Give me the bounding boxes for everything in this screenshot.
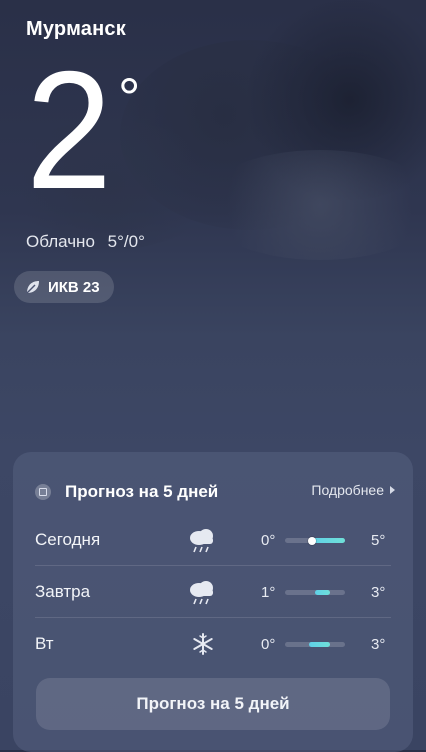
low-temp: 0° bbox=[261, 635, 276, 653]
more-link[interactable]: Подробнее bbox=[311, 482, 395, 498]
calendar-icon bbox=[35, 484, 51, 500]
day-label: Сегодня bbox=[35, 530, 101, 549]
condition-line: Облачно 5°/0° bbox=[26, 232, 153, 252]
rain-cloud-icon bbox=[183, 577, 223, 607]
high-temp: 5° bbox=[371, 531, 386, 549]
forecast-row-tuesday[interactable]: Вт 0° 3° bbox=[35, 618, 395, 670]
temp-range-fill bbox=[309, 642, 330, 647]
high-temp: 3° bbox=[371, 635, 386, 653]
high-low-text: 5°/0° bbox=[107, 232, 145, 251]
rain-cloud-icon bbox=[183, 525, 223, 555]
forecast-title: Прогноз на 5 дней bbox=[65, 482, 219, 501]
snowflake-icon bbox=[183, 629, 223, 659]
air-quality-label: ИКВ 23 bbox=[48, 278, 100, 296]
condition-text: Облачно bbox=[26, 232, 95, 251]
forecast-card: Прогноз на 5 дней Подробнее Сегодня 0° 5… bbox=[13, 452, 413, 752]
temp-range-bar bbox=[285, 536, 345, 545]
day-label: Вт bbox=[35, 634, 54, 653]
temp-range-fill bbox=[315, 590, 330, 595]
forecast-row-tomorrow[interactable]: Завтра 1° 3° bbox=[35, 566, 395, 618]
forecast-header: Прогноз на 5 дней Подробнее bbox=[35, 480, 395, 504]
temp-range-bar bbox=[285, 642, 345, 647]
low-temp: 1° bbox=[261, 583, 276, 601]
current-temperature: 2 ° bbox=[26, 36, 140, 224]
high-temp: 3° bbox=[371, 583, 386, 601]
temp-range-bar bbox=[285, 590, 345, 595]
low-temp: 0° bbox=[261, 531, 276, 549]
five-day-forecast-button[interactable]: Прогноз на 5 дней bbox=[36, 678, 390, 730]
more-label: Подробнее bbox=[311, 482, 384, 498]
forecast-row-today[interactable]: Сегодня 0° 5° bbox=[35, 514, 395, 566]
leaf-icon bbox=[24, 278, 42, 296]
current-temp-marker bbox=[308, 536, 316, 545]
chevron-right-icon bbox=[390, 486, 395, 494]
degree-symbol: ° bbox=[118, 66, 141, 129]
air-quality-badge[interactable]: ИКВ 23 bbox=[14, 271, 114, 303]
temperature-value: 2 bbox=[26, 36, 112, 224]
day-label: Завтра bbox=[35, 582, 91, 601]
